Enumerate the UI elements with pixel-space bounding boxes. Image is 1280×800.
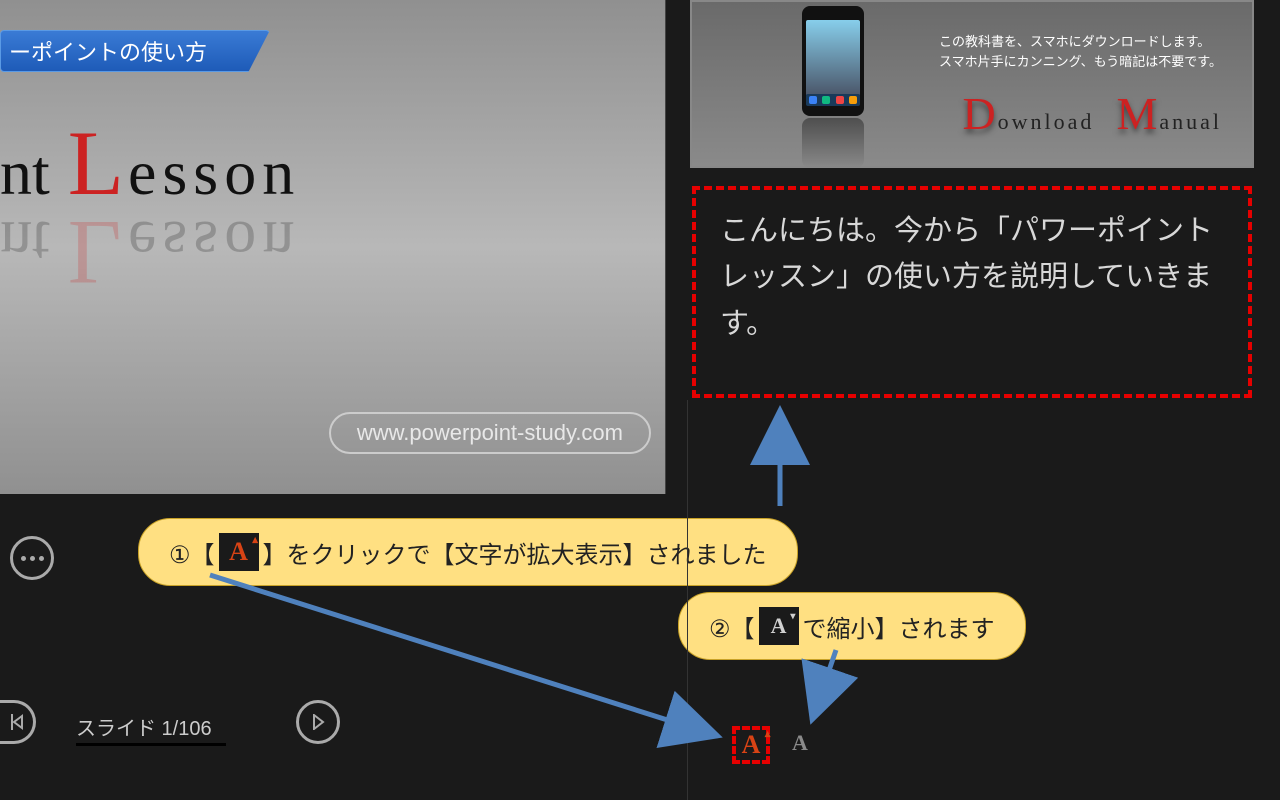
more-icon xyxy=(21,556,44,561)
notes-text: こんにちは。今から「パワーポイントレッスン」の使い方を説明していきます。 xyxy=(720,208,1224,347)
more-options-button[interactable] xyxy=(10,536,54,580)
phone-screen xyxy=(806,20,860,96)
previous-slide-button[interactable] xyxy=(0,700,36,744)
callout-1-post: 】をクリックで【文字が拡大表示】されました xyxy=(263,535,767,570)
dock-icon-2 xyxy=(822,96,830,104)
dl-ownload-text: ownload xyxy=(998,109,1095,135)
prev-icon xyxy=(10,714,24,730)
dock-icon-4 xyxy=(849,96,857,104)
play-icon xyxy=(311,714,325,730)
dock-icon-3 xyxy=(836,96,844,104)
download-manual-thumbnail: この教科書を、スマホにダウンロードします。 スマホ片手にカンニング、もう暗記は不… xyxy=(690,0,1254,168)
callout-1-pre: ①【 xyxy=(169,535,215,570)
reflection-initial: L xyxy=(68,200,124,306)
play-button[interactable] xyxy=(296,700,340,744)
dl-anual-text: anual xyxy=(1159,109,1222,135)
download-desc-line1: この教科書を、スマホにダウンロードします。 xyxy=(939,32,1222,52)
vertical-divider xyxy=(687,400,688,800)
font-increase-icon-inline: A xyxy=(219,533,259,571)
phone-mockup xyxy=(802,6,864,116)
callout-1: ①【 A 】をクリックで【文字が拡大表示】されました xyxy=(138,518,798,586)
callout-2-post: で縮小】されます xyxy=(803,609,995,644)
slide-title-tab: ーポイントの使い方 xyxy=(0,30,270,72)
download-desc-line2: スマホ片手にカンニング、もう暗記は不要です。 xyxy=(939,52,1222,72)
slide-url: www.powerpoint-study.com xyxy=(329,412,651,454)
lesson-prefix: nt xyxy=(0,136,50,210)
font-decrease-icon-inline: A xyxy=(759,607,799,645)
reflection-prefix: nt xyxy=(0,206,50,280)
download-description: この教科書を、スマホにダウンロードします。 スマホ片手にカンニング、もう暗記は不… xyxy=(939,32,1222,71)
reflection-tail: esson xyxy=(128,206,300,280)
slide-preview: ーポイントの使い方 nt L esson nt L esson www.powe… xyxy=(0,0,666,494)
font-decrease-button[interactable]: A xyxy=(792,730,1280,756)
download-manual-title: D ownload M anual xyxy=(962,87,1222,140)
callout-2-pre: ②【 xyxy=(709,609,755,644)
slide-heading-reflection: nt L esson xyxy=(0,200,300,306)
font-increase-button[interactable]: A xyxy=(732,726,770,764)
phone-dock xyxy=(806,94,860,106)
slide-counter-text: スライド 1/106 xyxy=(76,712,226,746)
callout-2: ②【 A で縮小】されます xyxy=(678,592,1026,660)
dock-icon-1 xyxy=(809,96,817,104)
notes-highlight-box: こんにちは。今から「パワーポイントレッスン」の使い方を説明していきます。 xyxy=(692,186,1252,398)
slide-counter: スライド 1/106 xyxy=(76,712,226,746)
dl-m-letter: M xyxy=(1116,87,1157,140)
dl-d-letter: D xyxy=(962,87,995,140)
lesson-tail: esson xyxy=(128,136,300,210)
phone-reflection xyxy=(802,118,864,168)
